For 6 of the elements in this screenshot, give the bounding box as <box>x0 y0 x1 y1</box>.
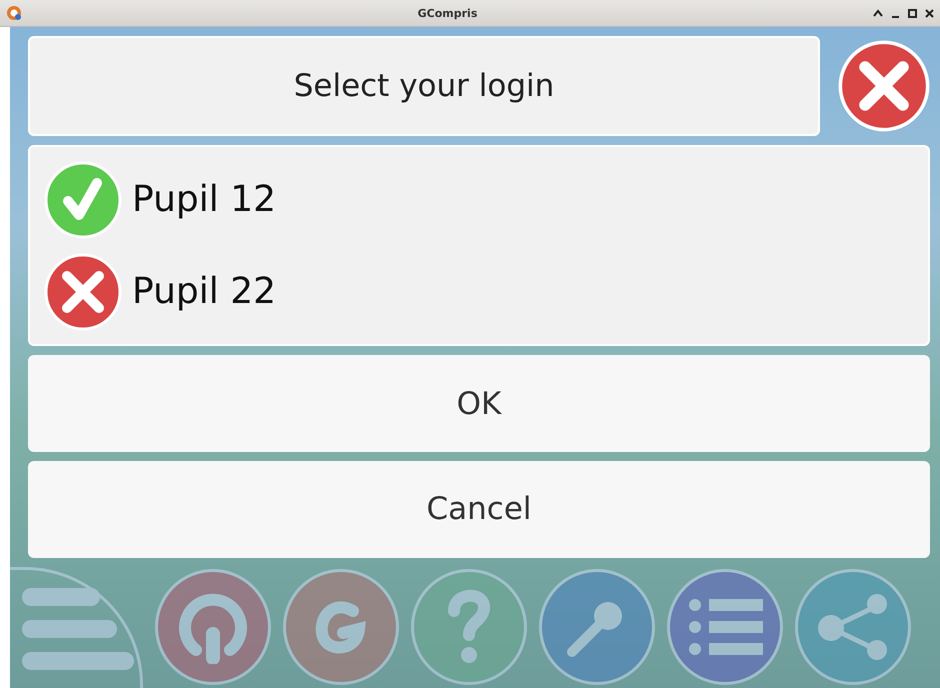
user-name[interactable]: Pupil 22 <box>132 271 276 312</box>
ok-button[interactable]: OK <box>28 355 930 452</box>
user-name[interactable]: Pupil 12 <box>132 179 276 220</box>
window-title: GCompris <box>416 6 478 20</box>
cancel-button[interactable]: Cancel <box>28 461 930 558</box>
dialog-title: Select your login <box>28 36 820 136</box>
